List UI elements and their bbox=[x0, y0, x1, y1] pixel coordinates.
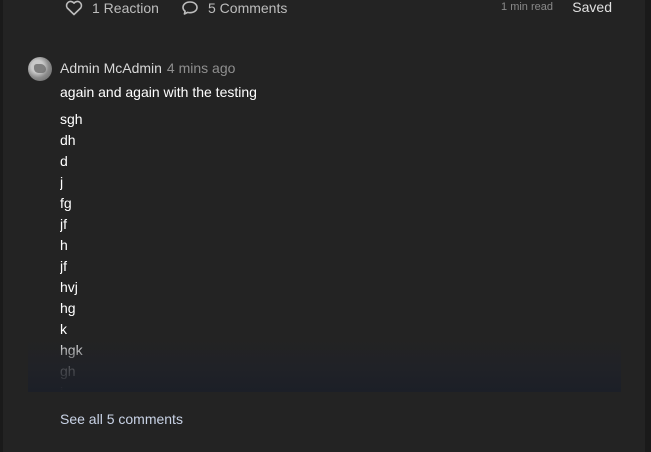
comment-line: hgk bbox=[60, 342, 83, 358]
reaction-count-label: 1 Reaction bbox=[92, 0, 159, 16]
comment-line: jf bbox=[60, 258, 67, 274]
saved-button[interactable]: Saved bbox=[572, 0, 612, 15]
post-actions-bar: 1 Reaction 5 Comments 1 min read Saved bbox=[3, 0, 645, 18]
comment-line: gh bbox=[60, 363, 76, 379]
comment-line: hvj bbox=[60, 279, 78, 295]
comment-line: fg bbox=[60, 195, 72, 211]
comment-line: d bbox=[60, 153, 68, 169]
heart-icon bbox=[65, 0, 83, 16]
comment-line: sgh bbox=[60, 111, 83, 127]
comment-line: j bbox=[60, 174, 64, 190]
comment-line: hg bbox=[60, 300, 76, 316]
comment-line: dh bbox=[60, 132, 76, 148]
comments-button[interactable]: 5 Comments bbox=[181, 0, 287, 16]
comment-body: sgh dh d j fg jf h jf hvj hg k hgk gh j bbox=[60, 109, 620, 390]
comment-line: k bbox=[60, 321, 67, 337]
comment-headline: again and again with the testing bbox=[60, 84, 257, 100]
comment-line: jf bbox=[60, 216, 67, 232]
read-time: 1 min read bbox=[501, 1, 553, 13]
see-all-comments-link[interactable]: See all 5 comments bbox=[60, 411, 183, 427]
post-card: 1 Reaction 5 Comments 1 min read Saved A… bbox=[3, 0, 645, 452]
comment-line: j bbox=[60, 382, 620, 390]
comment-author[interactable]: Admin McAdmin bbox=[60, 60, 162, 76]
avatar[interactable] bbox=[28, 57, 52, 81]
comment-time: 4 mins ago bbox=[166, 60, 236, 76]
comment-meta: Admin McAdmin 4 mins ago bbox=[60, 60, 235, 76]
comment-icon bbox=[181, 0, 199, 16]
comments-count-label: 5 Comments bbox=[208, 0, 288, 16]
comment-line: h bbox=[60, 237, 68, 253]
reaction-button[interactable]: 1 Reaction bbox=[65, 0, 159, 16]
